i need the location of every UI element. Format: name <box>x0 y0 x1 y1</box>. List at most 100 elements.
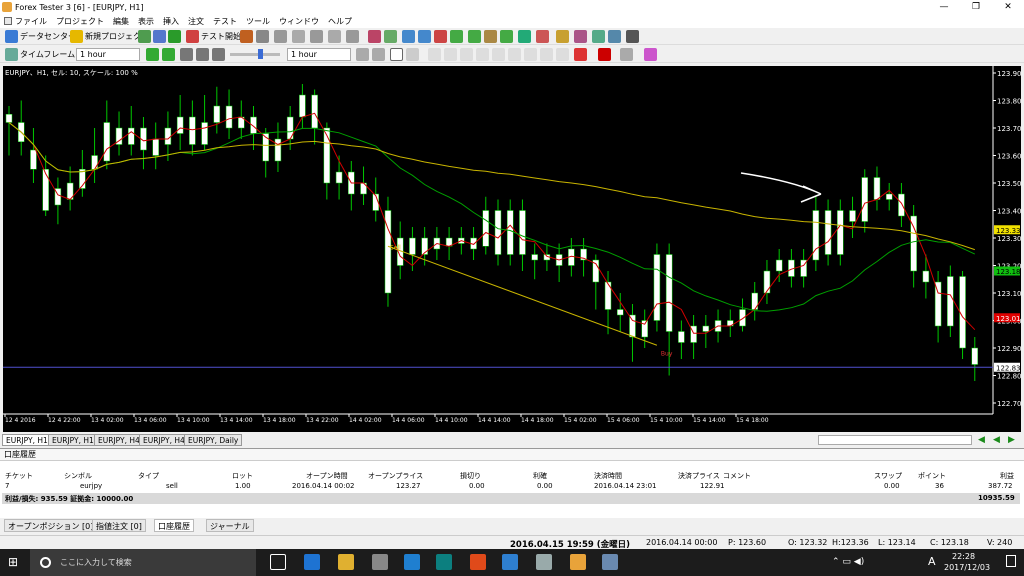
new-project-icon[interactable] <box>70 30 83 43</box>
menu-tools[interactable]: ツール <box>242 16 275 27</box>
tool-icon-4[interactable] <box>310 30 323 43</box>
bing-icon[interactable] <box>436 554 452 570</box>
trend-line-icon[interactable] <box>460 48 473 61</box>
clock-time[interactable]: 22:28 <box>952 552 975 561</box>
explorer-icon[interactable] <box>338 554 354 570</box>
chart-canvas[interactable]: 123.90 123.80 123.70 123.60 123.50 123.40 123.… <box>3 66 1021 432</box>
chart-tab-3[interactable]: EURJPY, H4 <box>94 434 144 446</box>
col-close-price[interactable]: 決済プライス <box>678 471 720 481</box>
open-icon[interactable] <box>138 30 151 43</box>
tab-journal[interactable]: ジャーナル <box>206 519 254 532</box>
horizontal-line-icon[interactable] <box>444 48 457 61</box>
col-take-profit[interactable]: 利確 <box>533 471 547 481</box>
table-row[interactable]: 7 eurjpy sell 1.00 2016.04.14 00:02 123.… <box>2 482 1020 492</box>
fill-color-icon[interactable] <box>598 48 611 61</box>
maximize-button[interactable]: ❐ <box>962 0 990 14</box>
menu-view[interactable]: 表示 <box>134 16 159 27</box>
layout-icon-2[interactable] <box>608 30 621 43</box>
col-points[interactable]: ポイント <box>918 471 946 481</box>
tray-icons[interactable]: ⌃ ▭ ◀) <box>832 557 864 567</box>
grid-icon[interactable] <box>434 30 447 43</box>
line-chart-icon[interactable] <box>500 30 513 43</box>
timeframe-select[interactable]: 1 hour <box>76 48 140 61</box>
step-icon-2[interactable] <box>196 48 209 61</box>
step-icon-3[interactable] <box>212 48 225 61</box>
chart-tab-1[interactable]: EURJPY, H1 <box>2 434 52 446</box>
test-start-icon[interactable] <box>186 30 199 43</box>
data-center-icon[interactable] <box>5 30 18 43</box>
notification-icon[interactable] <box>1006 555 1016 567</box>
tab-pending-orders[interactable]: 指値注文 [0] <box>92 519 146 532</box>
test-start-button[interactable]: テスト開始 <box>201 31 241 42</box>
chart-tab-5[interactable]: EURJPY, Daily <box>184 434 243 446</box>
print-icon[interactable] <box>626 30 639 43</box>
period-icon[interactable] <box>518 30 531 43</box>
menu-project[interactable]: プロジェクト <box>52 16 109 27</box>
col-profit[interactable]: 利益 <box>1000 471 1014 481</box>
mail-icon[interactable] <box>404 554 420 570</box>
scroll-first-icon[interactable]: ◀ <box>978 435 985 445</box>
scroll-prev-icon[interactable]: ◀ <box>993 435 1000 445</box>
speed-slider-track[interactable] <box>230 53 280 56</box>
play-control-2[interactable] <box>372 48 385 61</box>
office-icon[interactable] <box>470 554 486 570</box>
col-stop-loss[interactable]: 損切り <box>460 471 481 481</box>
menu-help[interactable]: ヘルプ <box>324 16 357 27</box>
col-symbol[interactable]: シンボル <box>64 471 92 481</box>
step-icon-1[interactable] <box>180 48 193 61</box>
col-lots[interactable]: ロット <box>232 471 253 481</box>
script-icon[interactable] <box>574 30 587 43</box>
layout-icon-1[interactable] <box>592 30 605 43</box>
col-ticket[interactable]: チケット <box>5 471 33 481</box>
order-icon[interactable] <box>240 30 253 43</box>
tool-icon-2[interactable] <box>274 30 287 43</box>
task-view-icon[interactable] <box>270 554 286 570</box>
crosshair-icon[interactable] <box>406 48 419 61</box>
store-icon[interactable] <box>372 554 388 570</box>
channel-icon[interactable] <box>492 48 505 61</box>
edge-icon[interactable] <box>304 554 320 570</box>
close-button[interactable]: ✕ <box>994 0 1022 14</box>
tool-icon-7[interactable] <box>368 30 381 43</box>
ie-icon[interactable] <box>502 554 518 570</box>
col-close-time[interactable]: 決済時間 <box>594 471 622 481</box>
down-arrow-icon[interactable] <box>162 48 175 61</box>
cursor-icon[interactable] <box>390 48 403 61</box>
save-icon[interactable] <box>153 30 166 43</box>
refresh-icon[interactable] <box>168 30 181 43</box>
bar-chart-icon[interactable] <box>468 30 481 43</box>
settings-icon[interactable] <box>644 48 657 61</box>
col-comment[interactable]: コメント <box>723 471 751 481</box>
tool-icon-3[interactable] <box>292 30 305 43</box>
shape-icon[interactable] <box>540 48 553 61</box>
speed-slider-thumb[interactable] <box>258 49 263 59</box>
tab-open-positions[interactable]: オープンポジション [0] <box>4 519 98 532</box>
chart-tab-2[interactable]: EURJPY, H1 <box>48 434 98 446</box>
object-list-icon[interactable] <box>620 48 633 61</box>
forex-tester-taskbar-icon[interactable] <box>570 554 586 570</box>
scroll-next-icon[interactable]: ▶ <box>1008 435 1015 445</box>
menu-window[interactable]: ウィンドウ <box>275 16 324 27</box>
fibonacci-icon[interactable] <box>476 48 489 61</box>
template-icon[interactable] <box>556 30 569 43</box>
app-icon-2[interactable] <box>536 554 552 570</box>
vertical-line-icon[interactable] <box>428 48 441 61</box>
data-center-button[interactable]: データセンター <box>20 31 76 42</box>
menu-edit[interactable]: 編集 <box>109 16 134 27</box>
chart-scrollbar[interactable] <box>818 435 972 445</box>
tab-account-history[interactable]: 口座履歴 <box>154 519 194 532</box>
app-icon-3[interactable] <box>602 554 618 570</box>
up-arrow-icon[interactable] <box>146 48 159 61</box>
price-chart[interactable]: EURJPY、H1, セル: 10, スケール: 100 % 123.90 123… <box>3 66 1021 432</box>
menu-insert[interactable]: 挿入 <box>159 16 184 27</box>
taskbar-search[interactable]: ここに入力して検索 <box>30 549 256 576</box>
col-open-time[interactable]: オープン時間 <box>306 471 348 481</box>
font-icon[interactable] <box>556 48 569 61</box>
tool-icon-6[interactable] <box>346 30 359 43</box>
menu-order[interactable]: 注文 <box>184 16 209 27</box>
zoom-out-icon[interactable] <box>418 30 431 43</box>
auto-scroll-icon[interactable] <box>450 30 463 43</box>
col-open-price[interactable]: オープンプライス <box>368 471 423 481</box>
arrow-icon[interactable] <box>524 48 537 61</box>
tool-icon-5[interactable] <box>328 30 341 43</box>
